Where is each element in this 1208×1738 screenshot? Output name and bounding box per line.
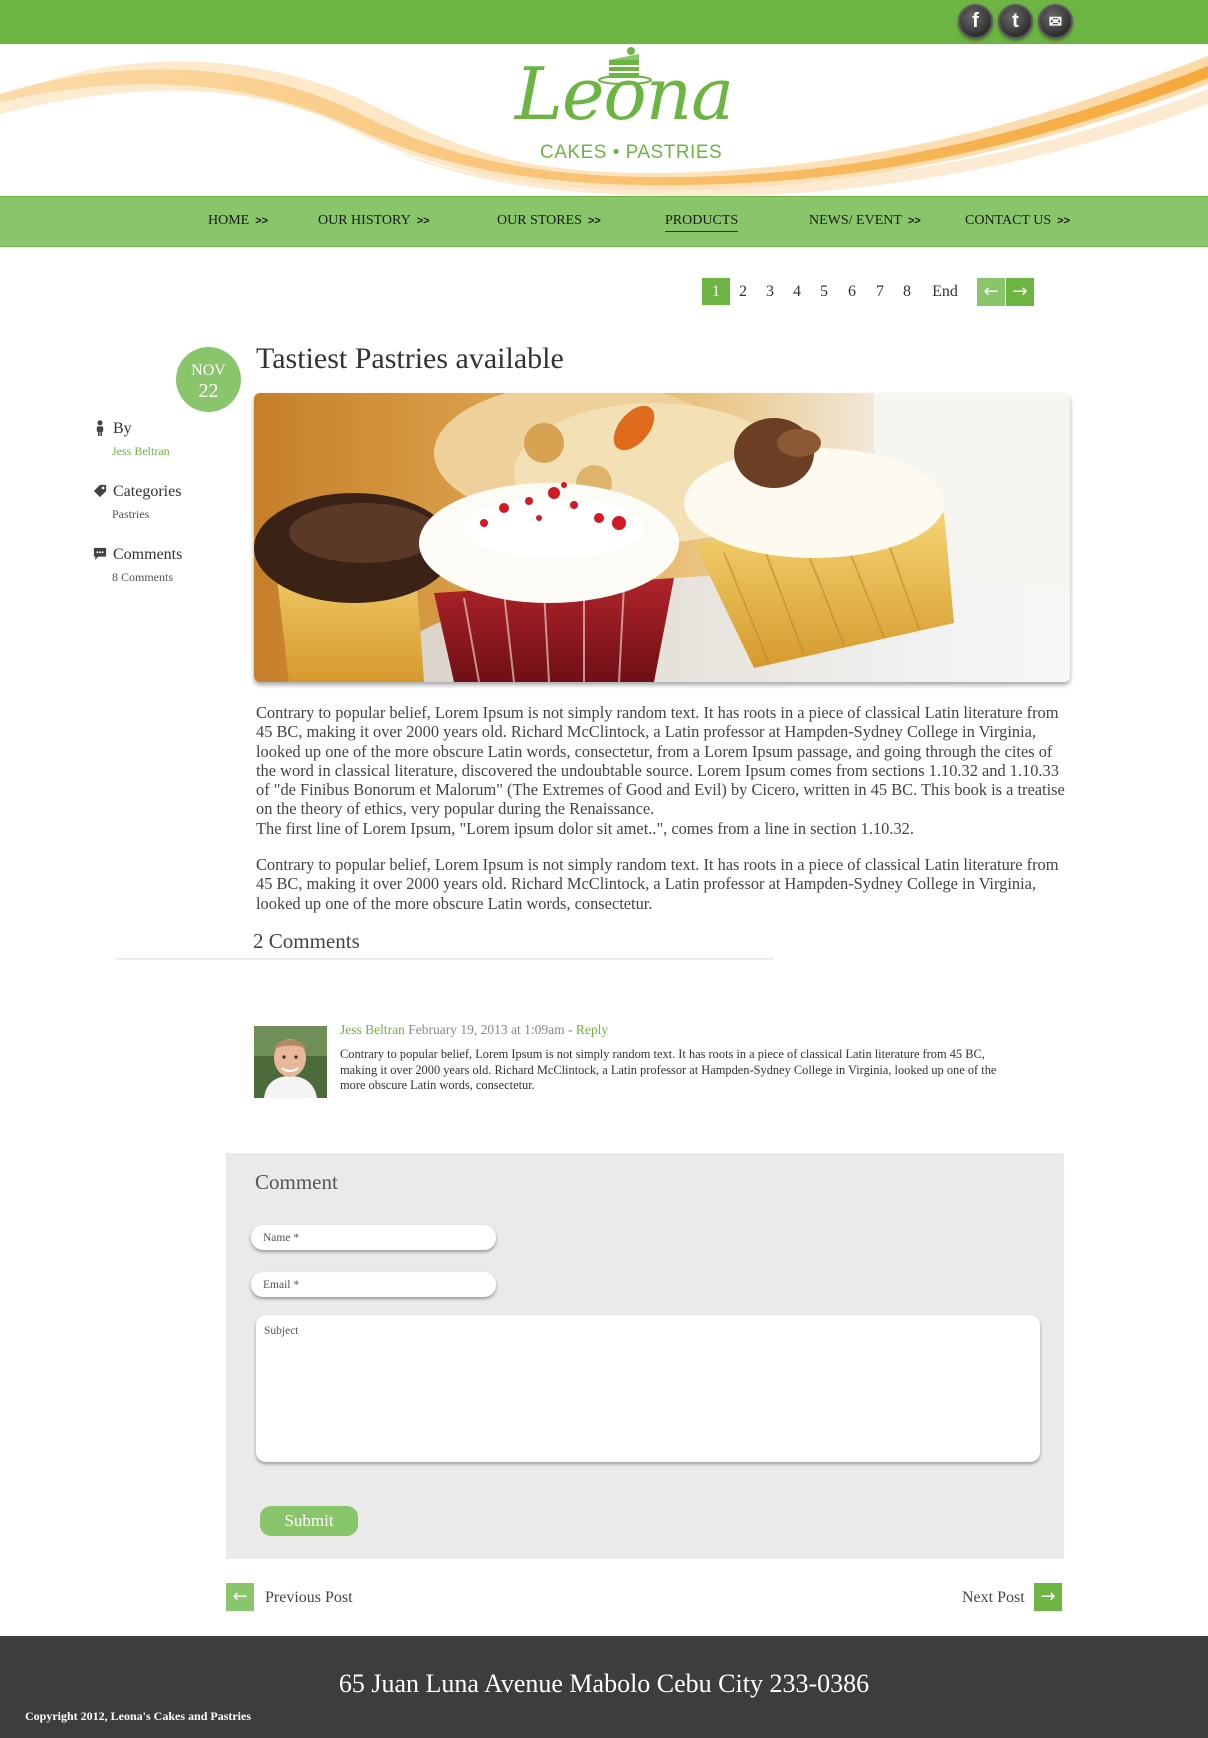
- name-field[interactable]: [251, 1225, 496, 1250]
- post-date-badge: NOV 22: [176, 347, 241, 412]
- email-field[interactable]: [251, 1272, 496, 1297]
- nav-item-label: OUR STORES: [497, 213, 582, 228]
- post-hero-image: [254, 393, 1070, 682]
- main-nav: HOME >> OUR HISTORY >> OUR STORES >> PRODUC…: [0, 196, 1208, 247]
- page-link-5[interactable]: 5: [818, 278, 830, 305]
- reply-link[interactable]: Reply: [576, 1022, 608, 1037]
- page-link-4[interactable]: 4: [791, 278, 803, 305]
- nav-item-home[interactable]: HOME >>: [208, 213, 268, 229]
- post-paragraph: Contrary to popular belief, Lorem Ipsum …: [256, 855, 1059, 913]
- facebook-icon[interactable]: f: [958, 4, 993, 39]
- page-link-end[interactable]: End: [929, 278, 961, 305]
- comment-text: Contrary to popular belief, Lorem Ipsum …: [340, 1047, 997, 1092]
- tag-icon: [93, 484, 107, 498]
- post-paragraph-text: The first line of Lorem Ipsum, "Lorem ip…: [256, 818, 914, 838]
- nav-arrow-icon: >>: [907, 215, 921, 227]
- arrow-left-icon[interactable]: ←: [977, 278, 1005, 306]
- comment-meta: Jess Beltran February 19, 2013 at 1:09am…: [340, 1022, 608, 1038]
- nav-item-label: OUR HISTORY: [318, 213, 411, 228]
- comment-date: February 19, 2013 at 1:09am: [408, 1022, 565, 1037]
- email-icon[interactable]: ✉: [1038, 4, 1073, 39]
- meta-categories-label: Categories: [113, 483, 182, 500]
- nav-arrow-icon: >>: [587, 215, 601, 227]
- logo-wordmark: Leona: [515, 52, 734, 136]
- nav-item-contact-us[interactable]: CONTACT US >>: [965, 213, 1070, 229]
- form-title: Comment: [255, 1170, 338, 1194]
- comments-title: 2 Comments: [253, 929, 360, 953]
- post-title: Tastiest Pastries available: [256, 342, 564, 375]
- arrow-right-icon[interactable]: →: [1006, 278, 1034, 306]
- meta-author[interactable]: Jess Beltran: [112, 444, 170, 459]
- footer-copyright: Copyright 2012, Leona's Cakes and Pastri…: [25, 1709, 252, 1723]
- comments-divider: [116, 958, 774, 960]
- subject-field[interactable]: [256, 1315, 1040, 1462]
- nav-item-our-stores[interactable]: OUR STORES >>: [497, 213, 601, 229]
- site-header: Leona CAKES • PASTRIES: [0, 44, 1208, 196]
- nav-item-label: CONTACT US: [965, 213, 1052, 228]
- meta-by-label: By: [113, 420, 132, 437]
- nav-arrow-icon: >>: [416, 215, 430, 227]
- meta-category[interactable]: Pastries: [112, 507, 149, 522]
- top-bar: f t ✉: [0, 0, 1208, 44]
- arrow-right-icon[interactable]: →: [1034, 1583, 1062, 1611]
- page-link-6[interactable]: 6: [846, 278, 858, 305]
- nav-item-label: PRODUCTS: [665, 213, 739, 228]
- previous-post-link[interactable]: Previous Post: [265, 1589, 353, 1607]
- comment-author[interactable]: Jess Beltran: [340, 1022, 405, 1037]
- nav-item-our-history[interactable]: OUR HISTORY >>: [318, 213, 430, 229]
- avatar: [254, 1026, 327, 1098]
- comment-form: Comment Submit: [226, 1153, 1064, 1559]
- logo-tagline: CAKES • PASTRIES: [540, 142, 723, 163]
- page-link-3[interactable]: 3: [764, 278, 776, 305]
- twitter-icon[interactable]: t: [998, 4, 1033, 39]
- page-link-2[interactable]: 2: [737, 278, 749, 305]
- nav-item-news-event[interactable]: NEWS/ EVENT >>: [809, 213, 921, 229]
- page-link-7[interactable]: 7: [874, 278, 886, 305]
- footer-address: 65 Juan Luna Avenue Mabolo Cebu City 233…: [338, 1669, 870, 1698]
- next-post-link[interactable]: Next Post: [962, 1589, 1025, 1607]
- meta-comments-count[interactable]: 8 Comments: [112, 570, 173, 585]
- post-day: 22: [198, 380, 219, 402]
- page-link-8[interactable]: 8: [901, 278, 913, 305]
- nav-arrow-icon: >>: [255, 215, 269, 227]
- site-footer: 65 Juan Luna Avenue Mabolo Cebu City 233…: [0, 1636, 1208, 1738]
- nav-arrow-icon: >>: [1057, 215, 1070, 227]
- post-month: NOV: [191, 362, 226, 379]
- comment-separator: -: [564, 1022, 576, 1037]
- nav-item-label: NEWS/ EVENT: [809, 213, 902, 228]
- logo[interactable]: Leona CAKES • PASTRIES: [505, 46, 745, 166]
- submit-button[interactable]: Submit: [260, 1506, 358, 1536]
- page-link-1[interactable]: 1: [702, 278, 730, 305]
- arrow-left-icon[interactable]: ←: [226, 1583, 254, 1611]
- post-paragraph-text: Contrary to popular belief, Lorem Ipsum …: [256, 703, 1065, 819]
- meta-comments-label: Comments: [113, 546, 183, 563]
- post-paragraph: Contrary to popular belief, Lorem Ipsum …: [256, 703, 1076, 838]
- comment-icon: [93, 547, 107, 561]
- nav-item-products[interactable]: PRODUCTS: [665, 213, 739, 232]
- user-icon: [96, 420, 104, 436]
- nav-item-label: HOME: [208, 213, 250, 228]
